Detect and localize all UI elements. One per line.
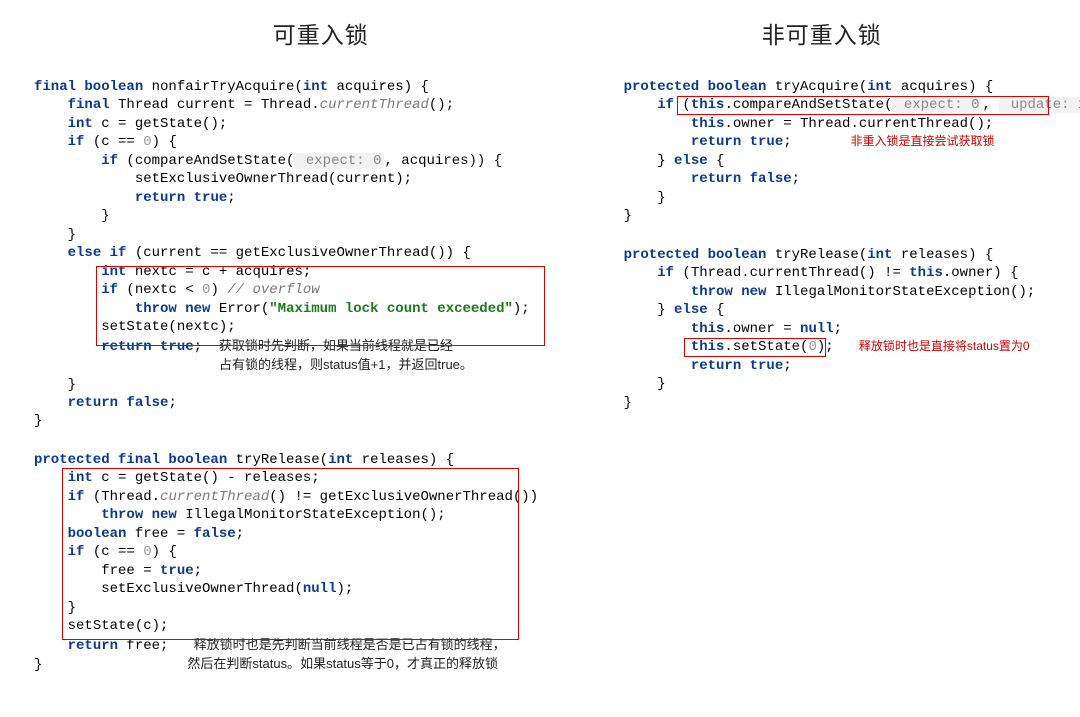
- left-release-code: protected final boolean tryRelease(int r…: [34, 451, 608, 675]
- note-acquire-line1: 获取锁时先判断，如果当前线程就是已经: [219, 338, 453, 353]
- note-right-acquire: 非重入锁是直接尝试获取锁: [850, 134, 994, 148]
- right-column: 非可重入锁 protected boolean tryAcquire(int a…: [616, 0, 1080, 703]
- page: 可重入锁 final boolean nonfairTryAcquire(int…: [0, 0, 1080, 703]
- left-column: 可重入锁 final boolean nonfairTryAcquire(int…: [0, 0, 616, 703]
- left-heading: 可重入锁: [34, 16, 608, 50]
- note-right-release: 释放锁时也是直接将status置为0: [859, 339, 1030, 353]
- note-release-line1: 释放锁时也是先判断当前线程是否是已占有锁的线程，: [194, 637, 506, 652]
- right-release-code: protected boolean tryRelease(int release…: [624, 246, 1060, 412]
- left-acquire-code: final boolean nonfairTryAcquire(int acqu…: [34, 78, 608, 431]
- right-heading: 非可重入锁: [624, 16, 1060, 50]
- note-release-line2: 然后在判断status。如果status等于0，才真正的释放锁: [187, 656, 498, 671]
- note-acquire-line2: 占有锁的线程，则status值+1，并返回true。: [219, 357, 473, 372]
- right-acquire-code: protected boolean tryAcquire(int acquire…: [624, 78, 1060, 226]
